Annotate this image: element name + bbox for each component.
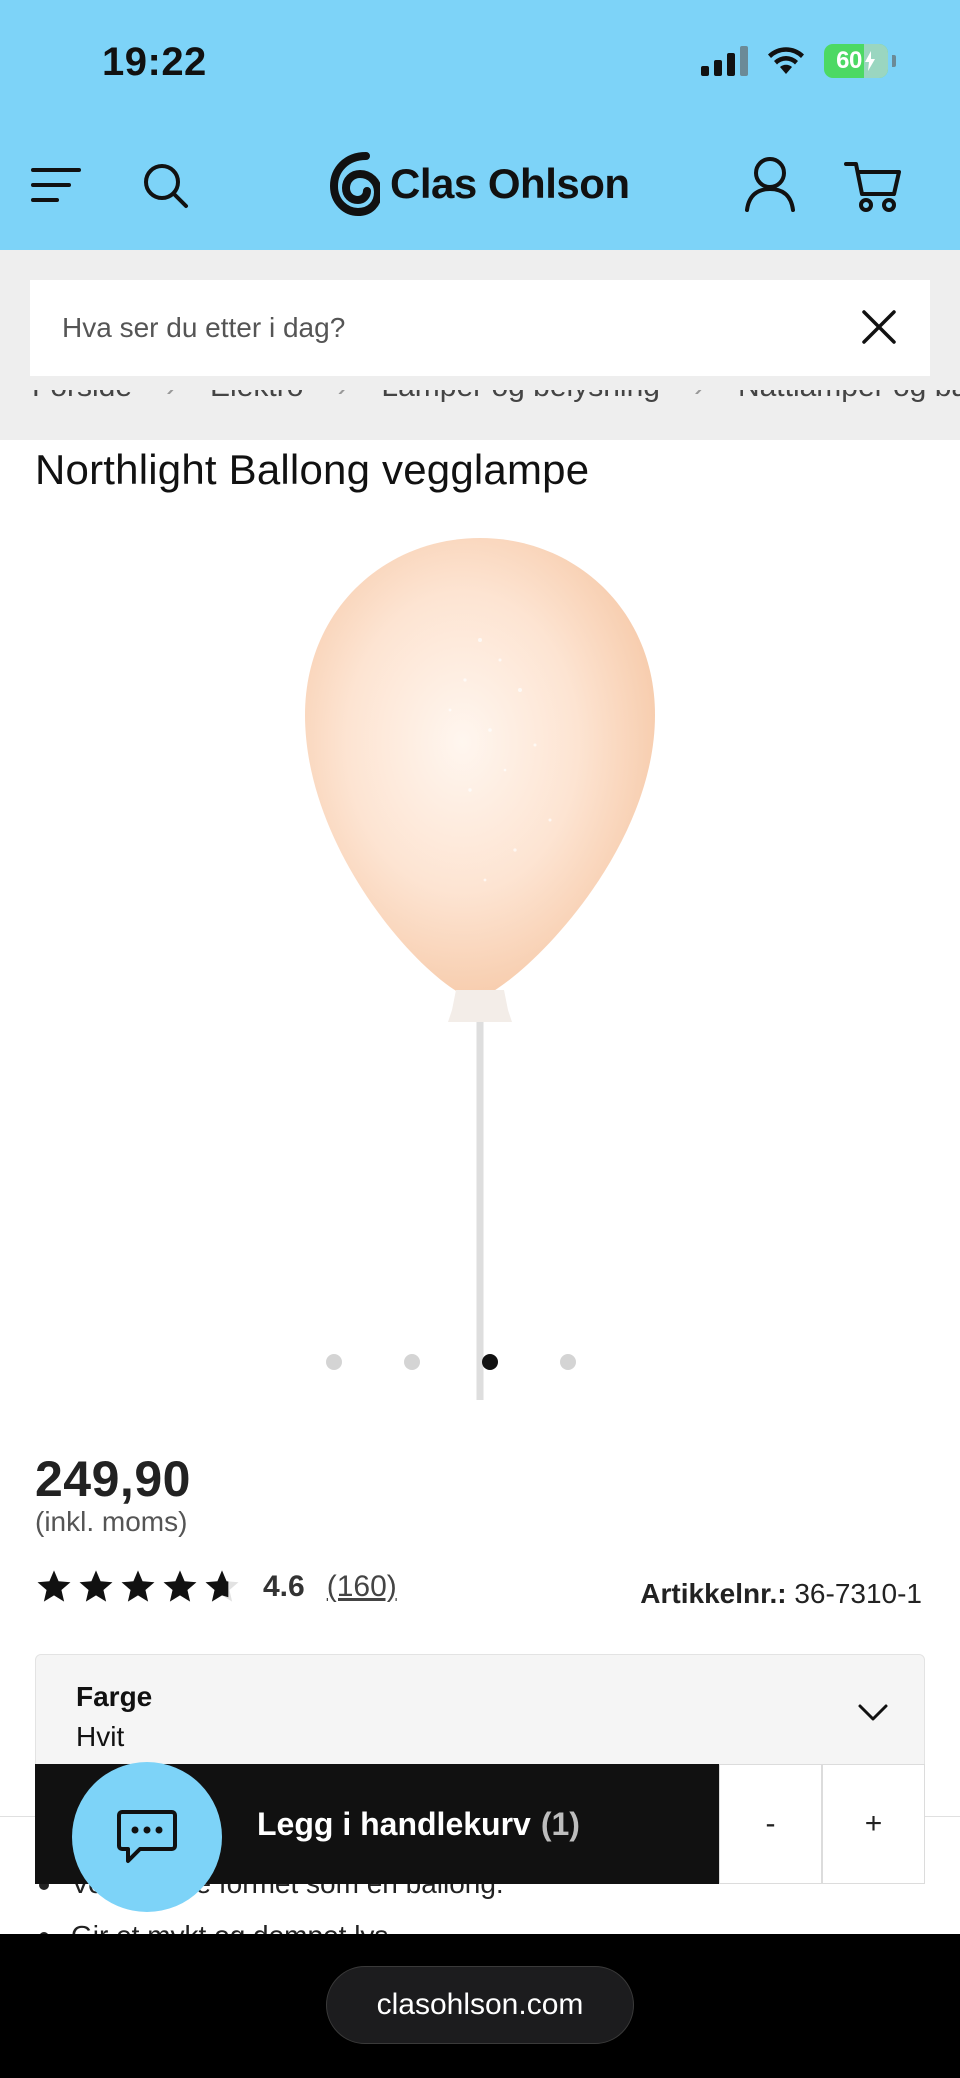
cellular-signal-icon xyxy=(701,46,748,76)
rating-value: 4.6 xyxy=(263,1570,305,1603)
article-number-label: Artikkelnr.: xyxy=(640,1578,787,1609)
chevron-right-icon: › xyxy=(694,390,704,404)
review-count-link[interactable]: (160) xyxy=(327,1570,397,1604)
brand-logo[interactable]: Clas Ohlson xyxy=(330,152,630,216)
user-icon[interactable] xyxy=(742,154,798,214)
breadcrumb-item[interactable]: Forside xyxy=(32,390,132,404)
app-header: 19:22 60 Clas Ohlson xyxy=(0,0,960,250)
product-title: Northlight Ballong vegglampe xyxy=(35,446,590,493)
breadcrumb-item[interactable]: Nattlamper og barnelamper xyxy=(738,390,960,404)
carousel-dot-active[interactable] xyxy=(482,1354,498,1370)
rating-stars xyxy=(35,1568,241,1606)
brand-mark-icon xyxy=(330,152,380,216)
chevron-right-icon: › xyxy=(337,390,347,404)
article-number-value: 36-7310-1 xyxy=(794,1578,922,1609)
cart-quantity: (1) xyxy=(540,1805,580,1842)
star-half-icon xyxy=(205,1570,239,1602)
color-value: Hvit xyxy=(76,1721,125,1752)
brand-name: Clas Ohlson xyxy=(390,160,630,207)
battery-icon: 60 xyxy=(824,44,888,78)
article-number: Artikkelnr.: 36-7310-1 xyxy=(640,1578,922,1610)
star-icon xyxy=(121,1570,155,1602)
product-price: 249,90 xyxy=(35,1451,191,1507)
status-icons: 60 xyxy=(701,44,896,78)
color-label: Farge xyxy=(76,1681,153,1712)
chevron-right-icon: › xyxy=(166,390,176,404)
header-row: Clas Ohlson xyxy=(0,140,960,230)
chat-button[interactable] xyxy=(72,1762,222,1912)
star-icon xyxy=(37,1570,71,1602)
menu-icon[interactable] xyxy=(28,160,84,210)
decrease-quantity-button[interactable]: - xyxy=(719,1764,822,1884)
star-icon xyxy=(163,1570,197,1602)
color-selector[interactable]: Farge Hvit xyxy=(35,1654,925,1774)
breadcrumb-item[interactable]: Lamper og belysning xyxy=(381,390,660,404)
carousel-dot[interactable] xyxy=(326,1354,342,1370)
search-band: Hva ser du etter i dag? Forside › Elektr… xyxy=(0,250,960,440)
image-carousel-dots xyxy=(326,1354,576,1370)
price-vat-note: (inkl. moms) xyxy=(35,1506,188,1537)
breadcrumb-item[interactable]: Elektro xyxy=(210,390,303,404)
close-icon[interactable] xyxy=(858,306,900,348)
browser-url-bar[interactable]: clasohlson.com xyxy=(326,1966,634,2044)
carousel-dot[interactable] xyxy=(404,1354,420,1370)
rating-row: 4.6 (160) xyxy=(35,1568,397,1606)
search-input[interactable]: Hva ser du etter i dag? xyxy=(30,280,930,376)
search-icon[interactable] xyxy=(138,158,194,214)
product-image[interactable] xyxy=(290,530,670,1410)
chat-icon xyxy=(117,1810,177,1863)
chevron-down-icon xyxy=(858,1704,888,1721)
battery-level: 60 xyxy=(836,47,862,74)
breadcrumb: Forside › Elektro › Lamper og belysning … xyxy=(32,390,960,440)
search-placeholder: Hva ser du etter i dag? xyxy=(62,312,346,343)
browser-bottom-bar: clasohlson.com xyxy=(0,1934,960,2078)
increase-quantity-button[interactable]: + xyxy=(822,1764,925,1884)
cart-icon[interactable] xyxy=(842,156,904,216)
star-icon xyxy=(79,1570,113,1602)
add-to-cart-label: Legg i handlekurv xyxy=(257,1805,531,1842)
carousel-dot[interactable] xyxy=(560,1354,576,1370)
wifi-icon xyxy=(768,47,804,74)
status-time: 19:22 xyxy=(102,40,207,84)
